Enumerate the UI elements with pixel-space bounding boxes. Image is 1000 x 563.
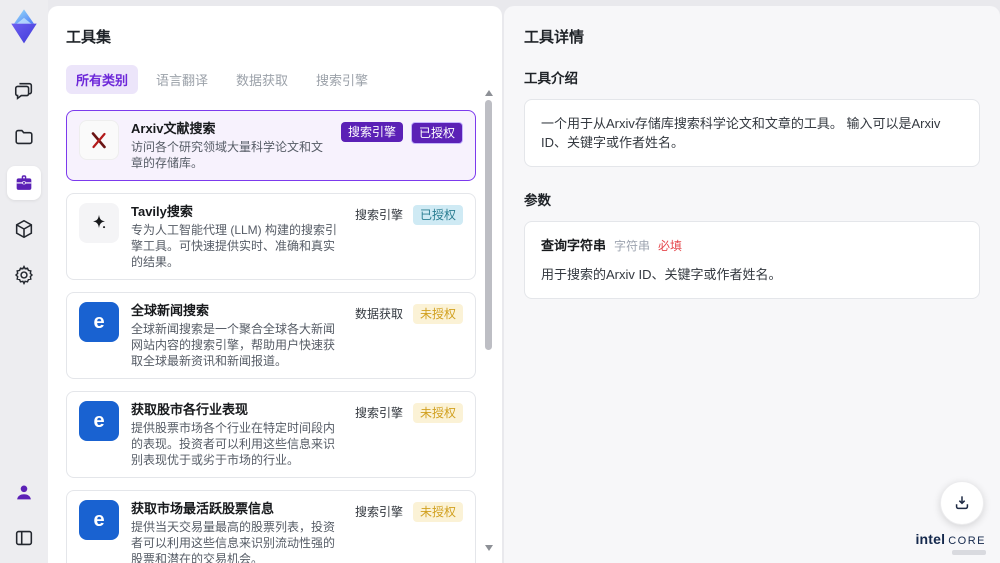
category-badge: 搜索引擎 [354, 406, 403, 420]
download-icon [955, 496, 969, 510]
tool-name: 获取市场最活跃股票信息 [131, 501, 275, 516]
sidebar-item-chat[interactable] [7, 74, 41, 108]
market-data-icon: e [79, 500, 119, 540]
tool-desc: 全球新闻搜索是一个聚合全球各大新闻网站内容的搜索引擎，帮助用户快速获取全球最新资… [131, 322, 336, 368]
tool-desc: 提供股票市场各个行业在特定时间段内的表现。投资者可以利用这些信息来识别表现优于或… [131, 421, 336, 467]
sidebar-item-tools[interactable] [7, 166, 41, 200]
intro-text: 一个用于从Arxiv存储库搜索科学论文和文章的工具。 输入可以是Arxiv ID… [541, 116, 941, 150]
scrollbar-thumb[interactable] [485, 100, 492, 350]
arxiv-icon [79, 120, 119, 160]
tool-card-arxiv[interactable]: Arxiv文献搜索 访问各个研究领域大量科学论文和文章的存储库。 搜索引擎 已授… [66, 110, 476, 181]
tool-list-panel: 工具集 所有类别 语言翻译 数据获取 搜索引擎 Arxiv文献搜索 访问各个研究… [48, 6, 502, 563]
chat-icon [14, 82, 33, 100]
sidebar-item-files[interactable] [7, 120, 41, 154]
tab-data-fetch[interactable]: 数据获取 [226, 65, 298, 94]
list-scrollbar[interactable] [484, 90, 493, 551]
brand-sub-mark [952, 550, 986, 555]
param-name: 查询字符串 [541, 238, 607, 253]
category-badge: 搜索引擎 [354, 505, 403, 519]
folder-icon [15, 129, 33, 145]
category-badge: 搜索引擎 [354, 208, 403, 222]
tab-all-categories[interactable]: 所有类别 [66, 65, 139, 94]
app-logo-icon[interactable] [7, 8, 41, 46]
tool-name: 全球新闻搜索 [131, 303, 210, 318]
intro-heading: 工具介绍 [524, 71, 578, 86]
tool-details-panel: 工具详情 工具介绍 一个用于从Arxiv存储库搜索科学论文和文章的工具。 输入可… [504, 6, 1000, 563]
tool-card-sector-performance[interactable]: e 获取股市各行业表现 提供股票市场各个行业在特定时间段内的表现。投资者可以利用… [66, 391, 476, 478]
cube-icon [15, 219, 33, 239]
brand-intel: intel [915, 531, 946, 547]
scroll-up-arrow[interactable] [484, 90, 493, 96]
tool-name: Tavily搜索 [131, 204, 193, 219]
tool-card-tavily[interactable]: Tavily搜索 专为人工智能代理 (LLM) 构建的搜索引擎工具。可快速提供实… [66, 193, 476, 280]
intro-card: 一个用于从Arxiv存储库搜索科学论文和文章的工具。 输入可以是Arxiv ID… [524, 99, 980, 167]
tool-desc: 访问各个研究领域大量科学论文和文章的存储库。 [131, 140, 324, 170]
tool-desc: 提供当天交易量最高的股票列表，投资者可以利用这些信息来识别流动性强的股票和潜在的… [131, 520, 336, 563]
sidebar-item-account[interactable] [7, 475, 41, 509]
gear-icon [14, 264, 34, 286]
sidebar-item-collapse[interactable] [7, 521, 41, 555]
status-badge: 未授权 [412, 502, 463, 522]
panel-toggle-icon [15, 530, 33, 546]
tool-desc: 专为人工智能代理 (LLM) 构建的搜索引擎工具。可快速提供实时、准确和真实的结… [131, 223, 338, 269]
param-required-badge: 必填 [658, 239, 683, 253]
status-badge: 未授权 [412, 304, 463, 324]
status-badge: 已授权 [410, 122, 463, 144]
user-icon [17, 485, 31, 500]
category-badge: 搜索引擎 [340, 122, 403, 142]
intel-core-logo: intel CORE [915, 531, 986, 555]
tab-search-engine[interactable]: 搜索引擎 [306, 65, 378, 94]
news-search-icon: e [79, 302, 119, 342]
tool-name: Arxiv文献搜索 [131, 121, 216, 136]
tool-name: 获取股市各行业表现 [131, 402, 249, 417]
tool-card-global-news[interactable]: e 全球新闻搜索 全球新闻搜索是一个聚合全球各大新闻网站内容的搜索引擎，帮助用户… [66, 292, 476, 379]
category-badge: 数据获取 [354, 307, 403, 321]
market-data-icon: e [79, 401, 119, 441]
toolbox-icon [16, 175, 32, 190]
param-card: 查询字符串 字符串 必填 用于搜索的Arxiv ID、关键字或作者姓名。 [524, 221, 980, 299]
param-type: 字符串 [614, 239, 651, 253]
sparkle-icon [79, 203, 119, 243]
page-title: 工具集 [66, 29, 112, 46]
tab-translation[interactable]: 语言翻译 [146, 65, 218, 94]
brand-core: CORE [948, 535, 986, 547]
scroll-down-arrow[interactable] [484, 545, 493, 551]
tool-list: Arxiv文献搜索 访问各个研究领域大量科学论文和文章的存储库。 搜索引擎 已授… [66, 110, 476, 563]
details-title: 工具详情 [524, 29, 585, 46]
tool-card-active-stocks[interactable]: e 获取市场最活跃股票信息 提供当天交易量最高的股票列表，投资者可以利用这些信息… [66, 490, 476, 563]
params-heading: 参数 [524, 193, 551, 208]
sidebar-item-packages[interactable] [7, 212, 41, 246]
status-badge: 已授权 [412, 205, 463, 225]
download-button[interactable] [940, 481, 984, 525]
param-desc: 用于搜索的Arxiv ID、关键字或作者姓名。 [541, 267, 782, 282]
category-tabs: 所有类别 语言翻译 数据获取 搜索引擎 [66, 65, 476, 94]
sidebar-item-settings[interactable] [7, 258, 41, 292]
left-sidebar [0, 0, 48, 563]
status-badge: 未授权 [412, 403, 463, 423]
